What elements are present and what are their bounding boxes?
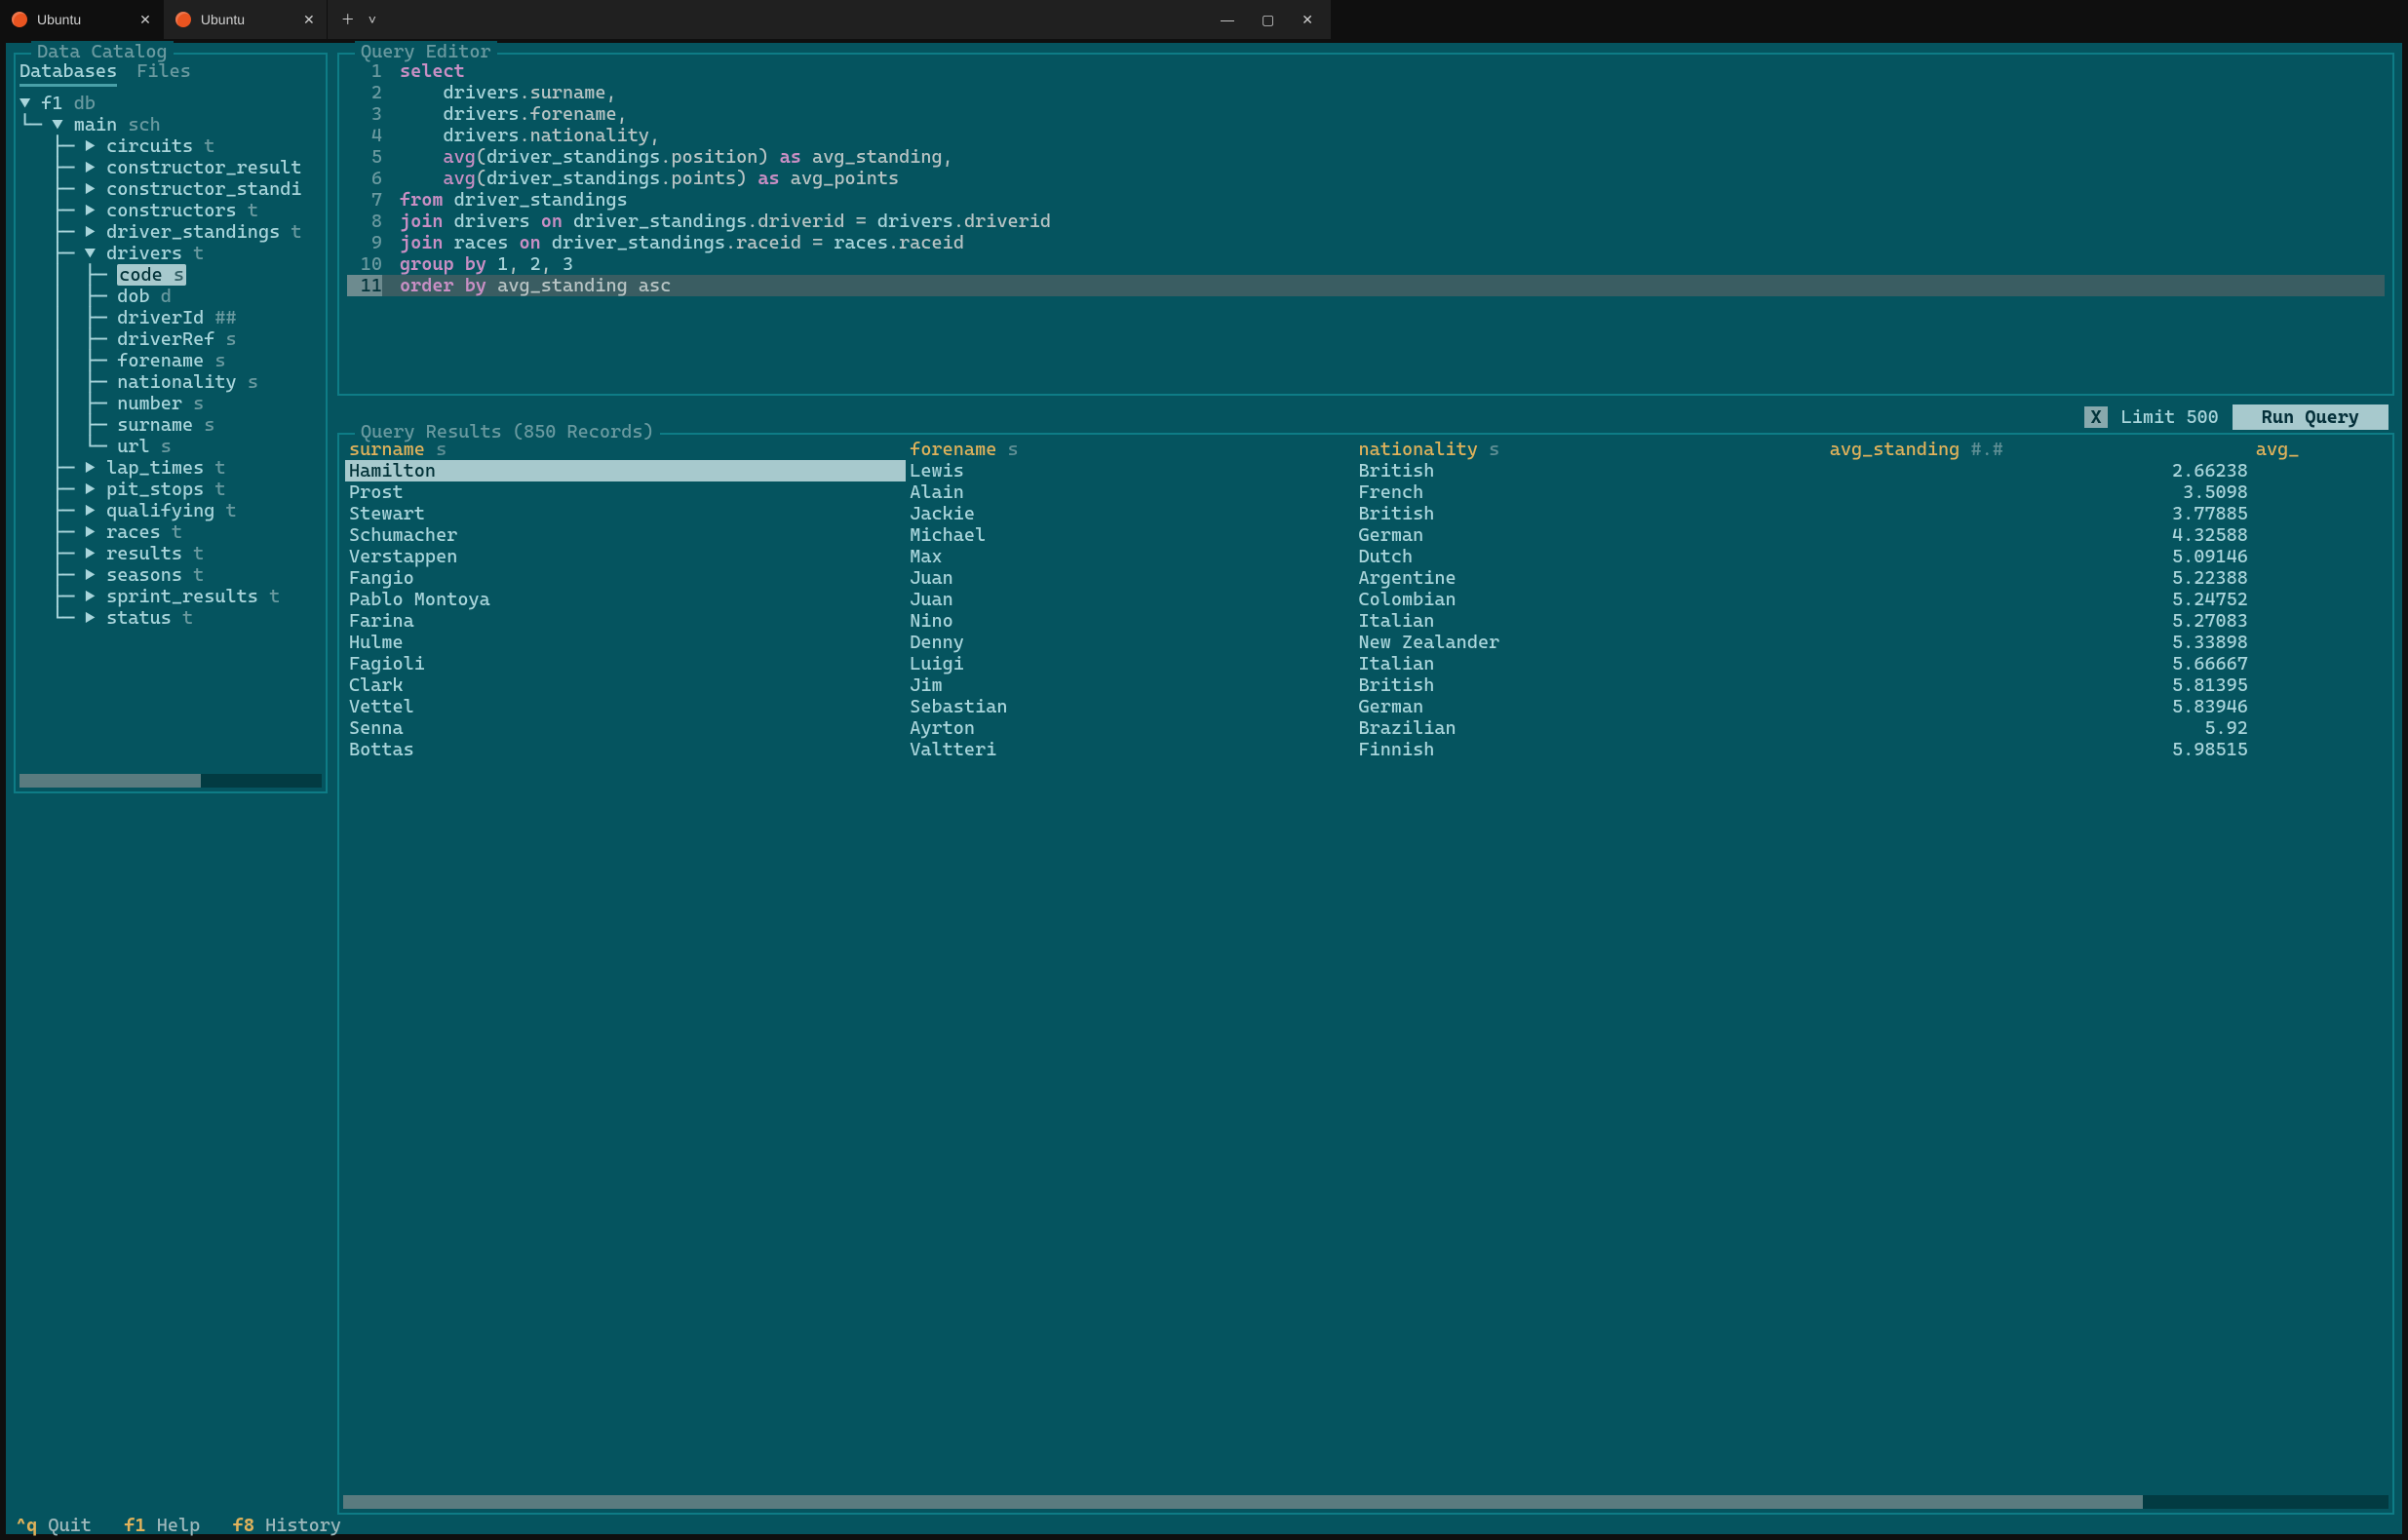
panel-title: Query Editor: [355, 41, 497, 62]
minimize-button[interactable]: —: [1221, 12, 1234, 27]
table-row[interactable]: HamiltonLewisBritish2.66238: [345, 460, 2387, 481]
results-hscroll[interactable]: [343, 1495, 2389, 1509]
column-header[interactable]: avg_: [2252, 439, 2387, 460]
table-row[interactable]: SchumacherMichaelGerman4.32588: [345, 524, 2387, 546]
limit-label: Limit 500: [2121, 406, 2219, 428]
tab-dropdown-button[interactable]: ˅: [369, 12, 376, 27]
table-row[interactable]: SennaAyrtonBrazilian5.92: [345, 717, 2387, 739]
key-q: ^q: [16, 1515, 37, 1536]
table-row[interactable]: Pablo MontoyaJuanColombian5.24752: [345, 589, 2387, 610]
query-results-panel: Query Results (850 Records) surname sfor…: [337, 433, 2394, 1515]
key-f1: f1: [124, 1515, 145, 1536]
table-row[interactable]: StewartJackieBritish3.77885: [345, 503, 2387, 524]
close-window-button[interactable]: ✕: [1301, 12, 1313, 28]
window-controls: — ▢ ✕: [1203, 0, 1331, 39]
table-row[interactable]: ProstAlainFrench3.5098: [345, 481, 2387, 503]
tab-label: Ubuntu: [37, 12, 81, 27]
table-row[interactable]: VettelSebastianGerman5.83946: [345, 696, 2387, 717]
results-table[interactable]: surname sforename snationality savg_stan…: [345, 439, 2387, 760]
maximize-button[interactable]: ▢: [1262, 12, 1274, 28]
limit-checkbox[interactable]: X: [2084, 406, 2107, 428]
panel-title: Query Results (850 Records): [355, 421, 660, 443]
catalog-hscroll[interactable]: [19, 774, 322, 788]
table-row[interactable]: VerstappenMaxDutch5.09146: [345, 546, 2387, 567]
table-row[interactable]: FagioliLuigiItalian5.66667: [345, 653, 2387, 674]
run-query-button[interactable]: Run Query: [2233, 404, 2389, 430]
tab-ubuntu-2[interactable]: Ubuntu ✕: [164, 0, 328, 39]
column-header[interactable]: nationality s: [1354, 439, 1825, 460]
query-editor-panel: Query Editor 1select 2 drivers.surname, …: [337, 53, 2394, 396]
panel-title: Data Catalog: [31, 41, 174, 62]
window-titlebar: Ubuntu ✕ Ubuntu ✕ ＋ ˅ — ▢ ✕: [0, 0, 1331, 39]
table-row[interactable]: FarinaNinoItalian5.27083: [345, 610, 2387, 632]
key-f8: f8: [233, 1515, 254, 1536]
tabbar-actions: ＋ ˅: [328, 0, 390, 39]
table-row[interactable]: HulmeDennyNew Zealander5.33898: [345, 632, 2387, 653]
table-row[interactable]: FangioJuanArgentine5.22388: [345, 567, 2387, 589]
editor-body[interactable]: 1select 2 drivers.surname, 3 drivers.for…: [339, 55, 2392, 324]
close-icon[interactable]: ✕: [139, 12, 151, 28]
column-header[interactable]: forename s: [906, 439, 1354, 460]
new-tab-button[interactable]: ＋: [341, 10, 355, 29]
tab-ubuntu-1[interactable]: Ubuntu ✕: [0, 0, 164, 39]
table-row[interactable]: BottasValtteriFinnish5.98515: [345, 739, 2387, 760]
data-catalog-panel: Data Catalog Databases Files ▼ f1 db └─ …: [14, 53, 328, 793]
ubuntu-icon: [12, 12, 27, 27]
tab-label: Ubuntu: [201, 12, 245, 27]
catalog-tree[interactable]: ▼ f1 db └─ ▼ main sch ├─ ▶ circuits t ├─…: [16, 87, 326, 635]
ubuntu-icon: [175, 12, 191, 27]
footer-shortcuts: ^q Quit f1 Help f8 History: [16, 1515, 341, 1536]
table-row[interactable]: ClarkJimBritish5.81395: [345, 674, 2387, 696]
terminal-app: Data Catalog Databases Files ▼ f1 db └─ …: [0, 39, 2408, 1540]
tab-databases[interactable]: Databases: [19, 60, 117, 87]
column-header[interactable]: avg_standing #.#: [1826, 439, 2252, 460]
tab-files[interactable]: Files: [136, 60, 191, 87]
close-icon[interactable]: ✕: [303, 12, 315, 28]
